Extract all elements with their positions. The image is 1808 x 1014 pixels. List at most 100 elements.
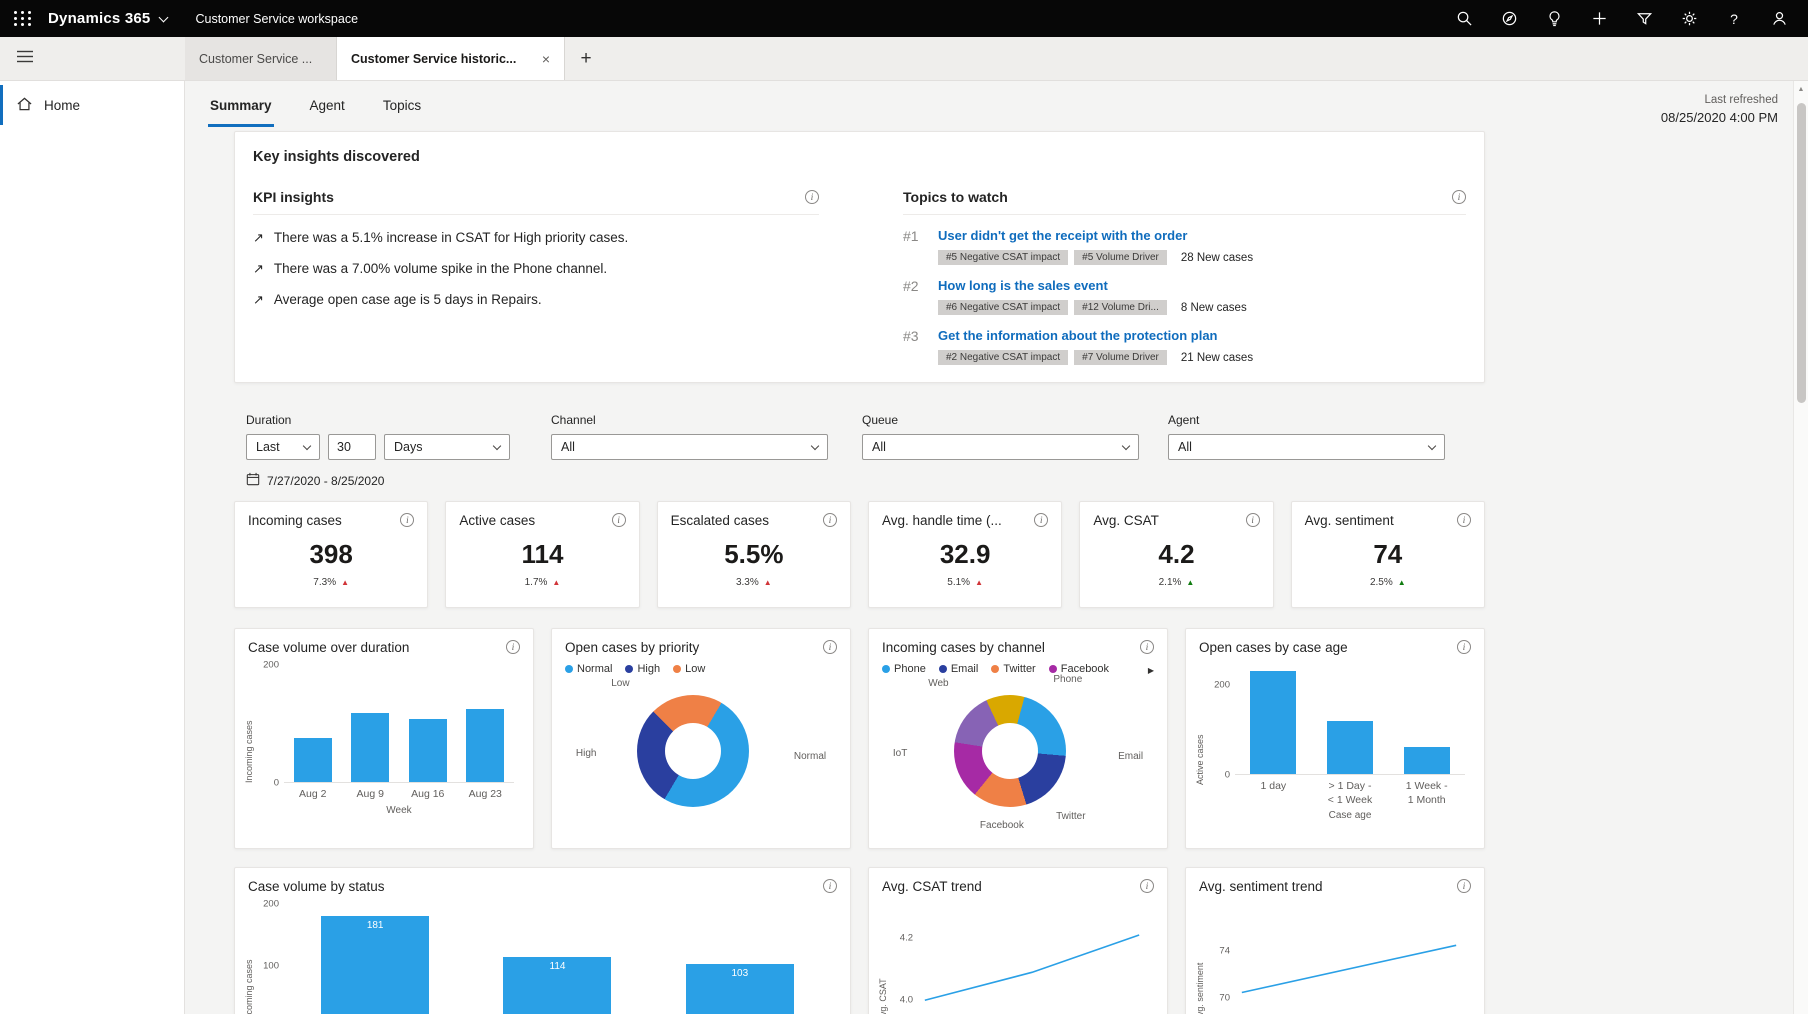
duration-mode-dropdown[interactable]: Last bbox=[246, 434, 320, 460]
vertical-scrollbar[interactable]: ▲ bbox=[1793, 81, 1808, 1014]
info-icon[interactable]: i bbox=[1457, 879, 1471, 893]
open-cases-by-priority-chart[interactable]: LowHighNormal bbox=[565, 677, 837, 825]
donut-chart[interactable] bbox=[954, 695, 1066, 807]
info-icon[interactable]: i bbox=[805, 190, 819, 204]
hamburger-menu-icon[interactable] bbox=[17, 50, 33, 68]
last-refreshed-label: Last refreshed bbox=[1661, 94, 1778, 106]
info-icon[interactable]: i bbox=[400, 513, 414, 527]
agent-dropdown[interactable]: All bbox=[1168, 434, 1445, 460]
legend-item[interactable]: Twitter bbox=[991, 663, 1035, 675]
calendar-icon bbox=[246, 472, 260, 489]
tab-customer-service[interactable]: Customer Service ... bbox=[185, 37, 337, 80]
bar[interactable] bbox=[466, 709, 504, 782]
info-icon[interactable]: i bbox=[1034, 513, 1048, 527]
account-icon[interactable] bbox=[1770, 10, 1788, 28]
agent-label: Agent bbox=[1168, 413, 1485, 427]
case-volume-by-status-chart[interactable]: Incoming cases200100181114103 bbox=[248, 904, 837, 1014]
line-plot-area[interactable] bbox=[1235, 904, 1463, 1014]
legend-label: Phone bbox=[894, 663, 926, 675]
channel-dropdown[interactable]: All bbox=[551, 434, 828, 460]
legend-item[interactable]: Phone bbox=[882, 663, 926, 675]
tab-customer-service-historical[interactable]: Customer Service historic... × bbox=[337, 37, 565, 80]
topic-badge: #5 Negative CSAT impact bbox=[938, 250, 1068, 265]
bar[interactable] bbox=[1250, 671, 1296, 774]
case-volume-over-duration-chart[interactable]: Incoming cases2000Aug 2Aug 9Aug 16Aug 23… bbox=[248, 665, 520, 816]
kpi-insight-text: There was a 7.00% volume spike in the Ph… bbox=[274, 261, 607, 276]
duration-unit-dropdown[interactable]: Days bbox=[384, 434, 510, 460]
new-tab-button[interactable]: + bbox=[565, 37, 607, 80]
legend-item[interactable]: High bbox=[625, 663, 660, 675]
scrollbar-thumb[interactable] bbox=[1797, 103, 1806, 403]
scroll-up-icon[interactable]: ▲ bbox=[1794, 81, 1808, 93]
bar[interactable] bbox=[1404, 747, 1450, 774]
settings-gear-icon[interactable] bbox=[1680, 10, 1698, 28]
plus-icon[interactable] bbox=[1590, 10, 1608, 28]
info-icon[interactable]: i bbox=[1457, 640, 1471, 654]
bar[interactable] bbox=[1327, 721, 1373, 775]
info-icon[interactable]: i bbox=[1140, 879, 1154, 893]
topic-link[interactable]: User didn't get the receipt with the ord… bbox=[938, 228, 1187, 243]
waffle-menu-icon[interactable] bbox=[14, 11, 32, 26]
sidebar-item-home[interactable]: Home bbox=[0, 85, 184, 125]
line-plot-area[interactable] bbox=[918, 904, 1146, 1014]
bar[interactable]: 181 bbox=[321, 916, 429, 1014]
compass-icon[interactable] bbox=[1500, 10, 1518, 28]
bar[interactable] bbox=[294, 738, 332, 782]
filter-icon[interactable] bbox=[1635, 10, 1653, 28]
lightbulb-icon[interactable] bbox=[1545, 10, 1563, 28]
tab-summary[interactable]: Summary bbox=[208, 94, 274, 127]
donut-chart[interactable] bbox=[637, 695, 749, 807]
incoming-cases-by-channel-chart[interactable]: WebPhoneEmailTwitterFacebookIoT bbox=[882, 677, 1154, 825]
app-brand[interactable]: Dynamics 365 bbox=[48, 10, 150, 27]
bar-plot-area[interactable] bbox=[284, 665, 514, 783]
chart-card-open-cases-by-priority: Open cases by priority i Normal High Low Lo… bbox=[551, 628, 851, 849]
charts-row-2: Case volume by statusi Incoming cases200… bbox=[234, 867, 1485, 1014]
topic-link[interactable]: How long is the sales event bbox=[938, 278, 1108, 293]
info-icon[interactable]: i bbox=[1452, 190, 1466, 204]
kpi-summary-row: Incoming casesi 398 7.3%▲ Active casesi … bbox=[234, 501, 1485, 608]
bar[interactable] bbox=[409, 719, 447, 782]
bar[interactable]: 103 bbox=[686, 964, 794, 1014]
kpi-value: 32.9 bbox=[882, 539, 1048, 570]
legend-item[interactable]: Email bbox=[939, 663, 979, 675]
bar-plot-area[interactable] bbox=[1235, 667, 1465, 775]
key-insights-title: Key insights discovered bbox=[253, 149, 1466, 165]
chevron-down-icon bbox=[1428, 441, 1436, 449]
bar[interactable] bbox=[351, 713, 389, 782]
delta-up-icon: ▲ bbox=[975, 579, 983, 587]
info-icon[interactable]: i bbox=[506, 640, 520, 654]
info-icon[interactable]: i bbox=[823, 640, 837, 654]
tab-topics[interactable]: Topics bbox=[381, 94, 423, 127]
info-icon[interactable]: i bbox=[1140, 640, 1154, 654]
info-icon[interactable]: i bbox=[1457, 513, 1471, 527]
info-icon[interactable]: i bbox=[823, 879, 837, 893]
kpi-title: Escalated cases bbox=[671, 513, 769, 528]
chart-title: Open cases by priority bbox=[565, 640, 699, 655]
filter-bar: Duration Last Days Channel All bbox=[234, 413, 1485, 460]
duration-value-input[interactable] bbox=[328, 434, 376, 460]
legend-item[interactable]: Low bbox=[673, 663, 705, 675]
chevron-down-icon[interactable] bbox=[159, 12, 169, 22]
x-axis-title: Week bbox=[278, 805, 520, 816]
close-tab-icon[interactable]: × bbox=[532, 51, 550, 67]
bar-plot-area[interactable]: 181 114 103 bbox=[284, 904, 831, 1014]
avg-csat-trend-chart[interactable]: Avg. CSAT4.24.0 bbox=[882, 904, 1154, 1014]
bar[interactable]: 114 bbox=[503, 957, 611, 1014]
legend-more-icon[interactable]: ▶ bbox=[1148, 666, 1154, 675]
legend-item[interactable]: Normal bbox=[565, 663, 612, 675]
channel-legend: PhoneEmailTwitterFacebook▶ bbox=[882, 663, 1154, 675]
help-icon[interactable]: ? bbox=[1725, 10, 1743, 28]
queue-dropdown[interactable]: All bbox=[862, 434, 1139, 460]
open-cases-by-case-age-chart[interactable]: Active cases20001 day> 1 Day - < 1 Week1… bbox=[1199, 667, 1471, 821]
chart-title: Case volume over duration bbox=[248, 640, 409, 655]
bar-value-label: 114 bbox=[550, 961, 566, 972]
info-icon[interactable]: i bbox=[612, 513, 626, 527]
info-icon[interactable]: i bbox=[1246, 513, 1260, 527]
avg-sentiment-trend-chart[interactable]: Avg. sentiment7470 bbox=[1199, 904, 1471, 1014]
kpi-delta: 1.7% bbox=[525, 577, 548, 588]
info-icon[interactable]: i bbox=[823, 513, 837, 527]
search-icon[interactable] bbox=[1455, 10, 1473, 28]
kpi-title: Incoming cases bbox=[248, 513, 342, 528]
tab-agent[interactable]: Agent bbox=[308, 94, 347, 127]
topic-link[interactable]: Get the information about the protection… bbox=[938, 328, 1218, 343]
